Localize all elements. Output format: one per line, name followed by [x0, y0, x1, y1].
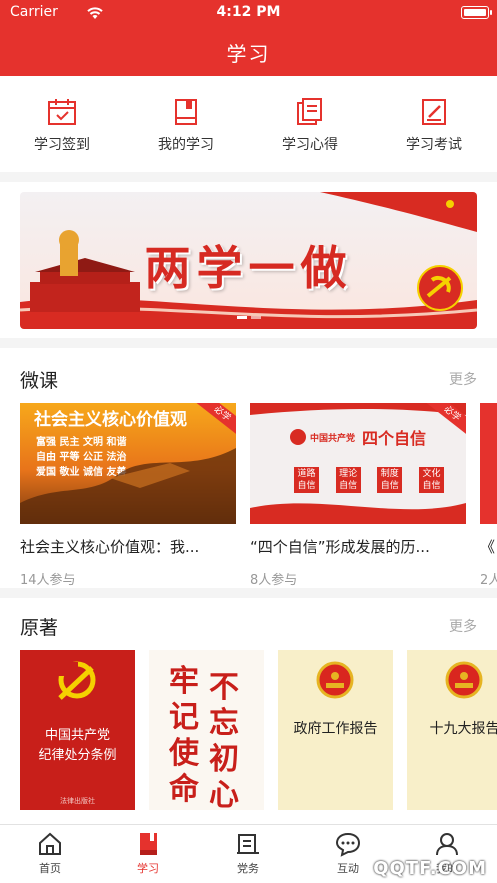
course-card[interactable]: 《 2人	[480, 403, 497, 588]
more-link-original-works[interactable]: 更多	[449, 616, 477, 636]
exam-edit-icon	[422, 99, 446, 125]
tab-label: 学习	[137, 862, 159, 875]
section-divider	[0, 172, 497, 182]
book-card[interactable]: 牢记使命 不忘初心	[149, 650, 264, 810]
section-title-micro-course: 微课	[20, 370, 59, 392]
tab-label: 互动	[337, 862, 359, 875]
course-participants: 14人参与	[20, 573, 76, 588]
battery-icon	[461, 6, 489, 19]
quick-action-exam[interactable]: 学习考试	[389, 98, 479, 154]
book-card[interactable]: 十九大报告	[407, 650, 497, 810]
section-divider	[0, 338, 497, 348]
book-title: 政府工作报告	[293, 721, 378, 737]
thumb-heading: 四个自信	[362, 429, 427, 448]
four-confidences-art	[250, 403, 466, 524]
study-book-icon	[140, 833, 157, 855]
tab-study[interactable]: 学习	[108, 831, 188, 876]
promo-banner[interactable]: 两学一做	[20, 192, 477, 329]
status-bar: Carrier 4:12 PM	[0, 4, 497, 22]
course-participants: 2人	[480, 573, 497, 588]
tab-label: 首页	[39, 862, 61, 875]
notes-icon	[297, 98, 322, 125]
course-title: 《	[480, 538, 496, 556]
section-divider	[0, 588, 497, 598]
course-thumbnail	[480, 403, 497, 524]
more-link-micro-course[interactable]: 更多	[449, 369, 477, 389]
quick-action-my-study[interactable]: 我的学习	[141, 98, 231, 154]
home-icon	[39, 832, 61, 855]
thumb-party: 中国共产党	[310, 434, 356, 444]
book-card[interactable]: 政府工作报告	[278, 650, 393, 810]
banner-dot[interactable]	[236, 316, 247, 319]
course-title: 社会主义核心价值观：我...	[20, 538, 200, 556]
banner-pagination	[20, 304, 477, 323]
quick-action-label: 学习签到	[34, 137, 90, 153]
section-title-original-works: 原著	[20, 617, 59, 639]
calendar-check-icon	[48, 99, 76, 125]
book-calligraphy-right: 不忘初心	[209, 670, 239, 810]
tab-party-affairs[interactable]: 党务	[208, 831, 288, 876]
tab-home[interactable]: 首页	[10, 831, 90, 876]
page-title: 学习	[226, 42, 271, 66]
user-icon	[436, 833, 458, 856]
book-calligraphy-left: 牢记使命	[169, 664, 199, 807]
tab-label: 党务	[237, 862, 259, 875]
book-card[interactable]: 中国共产党 纪律处分条例 法律出版社	[20, 650, 135, 810]
course-thumbnail: 社会主义核心价值观 富强 民主 文明 和谐 自由 平等 公正 法治 爱国 敬业 …	[20, 403, 236, 524]
quick-action-label: 学习心得	[282, 137, 338, 153]
watermark-text: QQTF.COM	[373, 858, 487, 879]
book-title: 十九大报告	[429, 721, 497, 737]
course-participants: 8人参与	[250, 573, 298, 588]
banner-title: 两学一做	[144, 241, 353, 295]
banner-dot[interactable]	[250, 316, 261, 319]
great-wall-art	[20, 448, 236, 524]
quick-action-label: 我的学习	[158, 137, 214, 153]
party-affairs-icon	[237, 834, 259, 854]
thumb-boxes: 道路自信 理论自信 制度自信 文化自信	[294, 467, 444, 493]
quick-action-notes[interactable]: 学习心得	[265, 98, 355, 154]
book-icon	[175, 99, 197, 125]
quick-action-label: 学习考试	[406, 137, 462, 153]
course-title: “四个自信”形成发展的历...	[250, 538, 430, 556]
status-time: 4:12 PM	[216, 4, 281, 20]
course-card[interactable]: 社会主义核心价值观 富强 民主 文明 和谐 自由 平等 公正 法治 爱国 敬业 …	[20, 403, 236, 588]
app-header: Carrier 4:12 PM 学习	[0, 0, 497, 76]
course-thumbnail: 中国共产党 四个自信 道路自信 理论自信 制度自信 文化自信 必学	[250, 403, 466, 524]
chat-icon	[335, 832, 361, 857]
quick-actions: 学习签到 我的学习 学习心得 学习考试	[0, 98, 497, 162]
quick-action-sign-in[interactable]: 学习签到	[17, 98, 107, 154]
course-card[interactable]: 中国共产党 四个自信 道路自信 理论自信 制度自信 文化自信 必学 “四个自信”…	[250, 403, 466, 588]
